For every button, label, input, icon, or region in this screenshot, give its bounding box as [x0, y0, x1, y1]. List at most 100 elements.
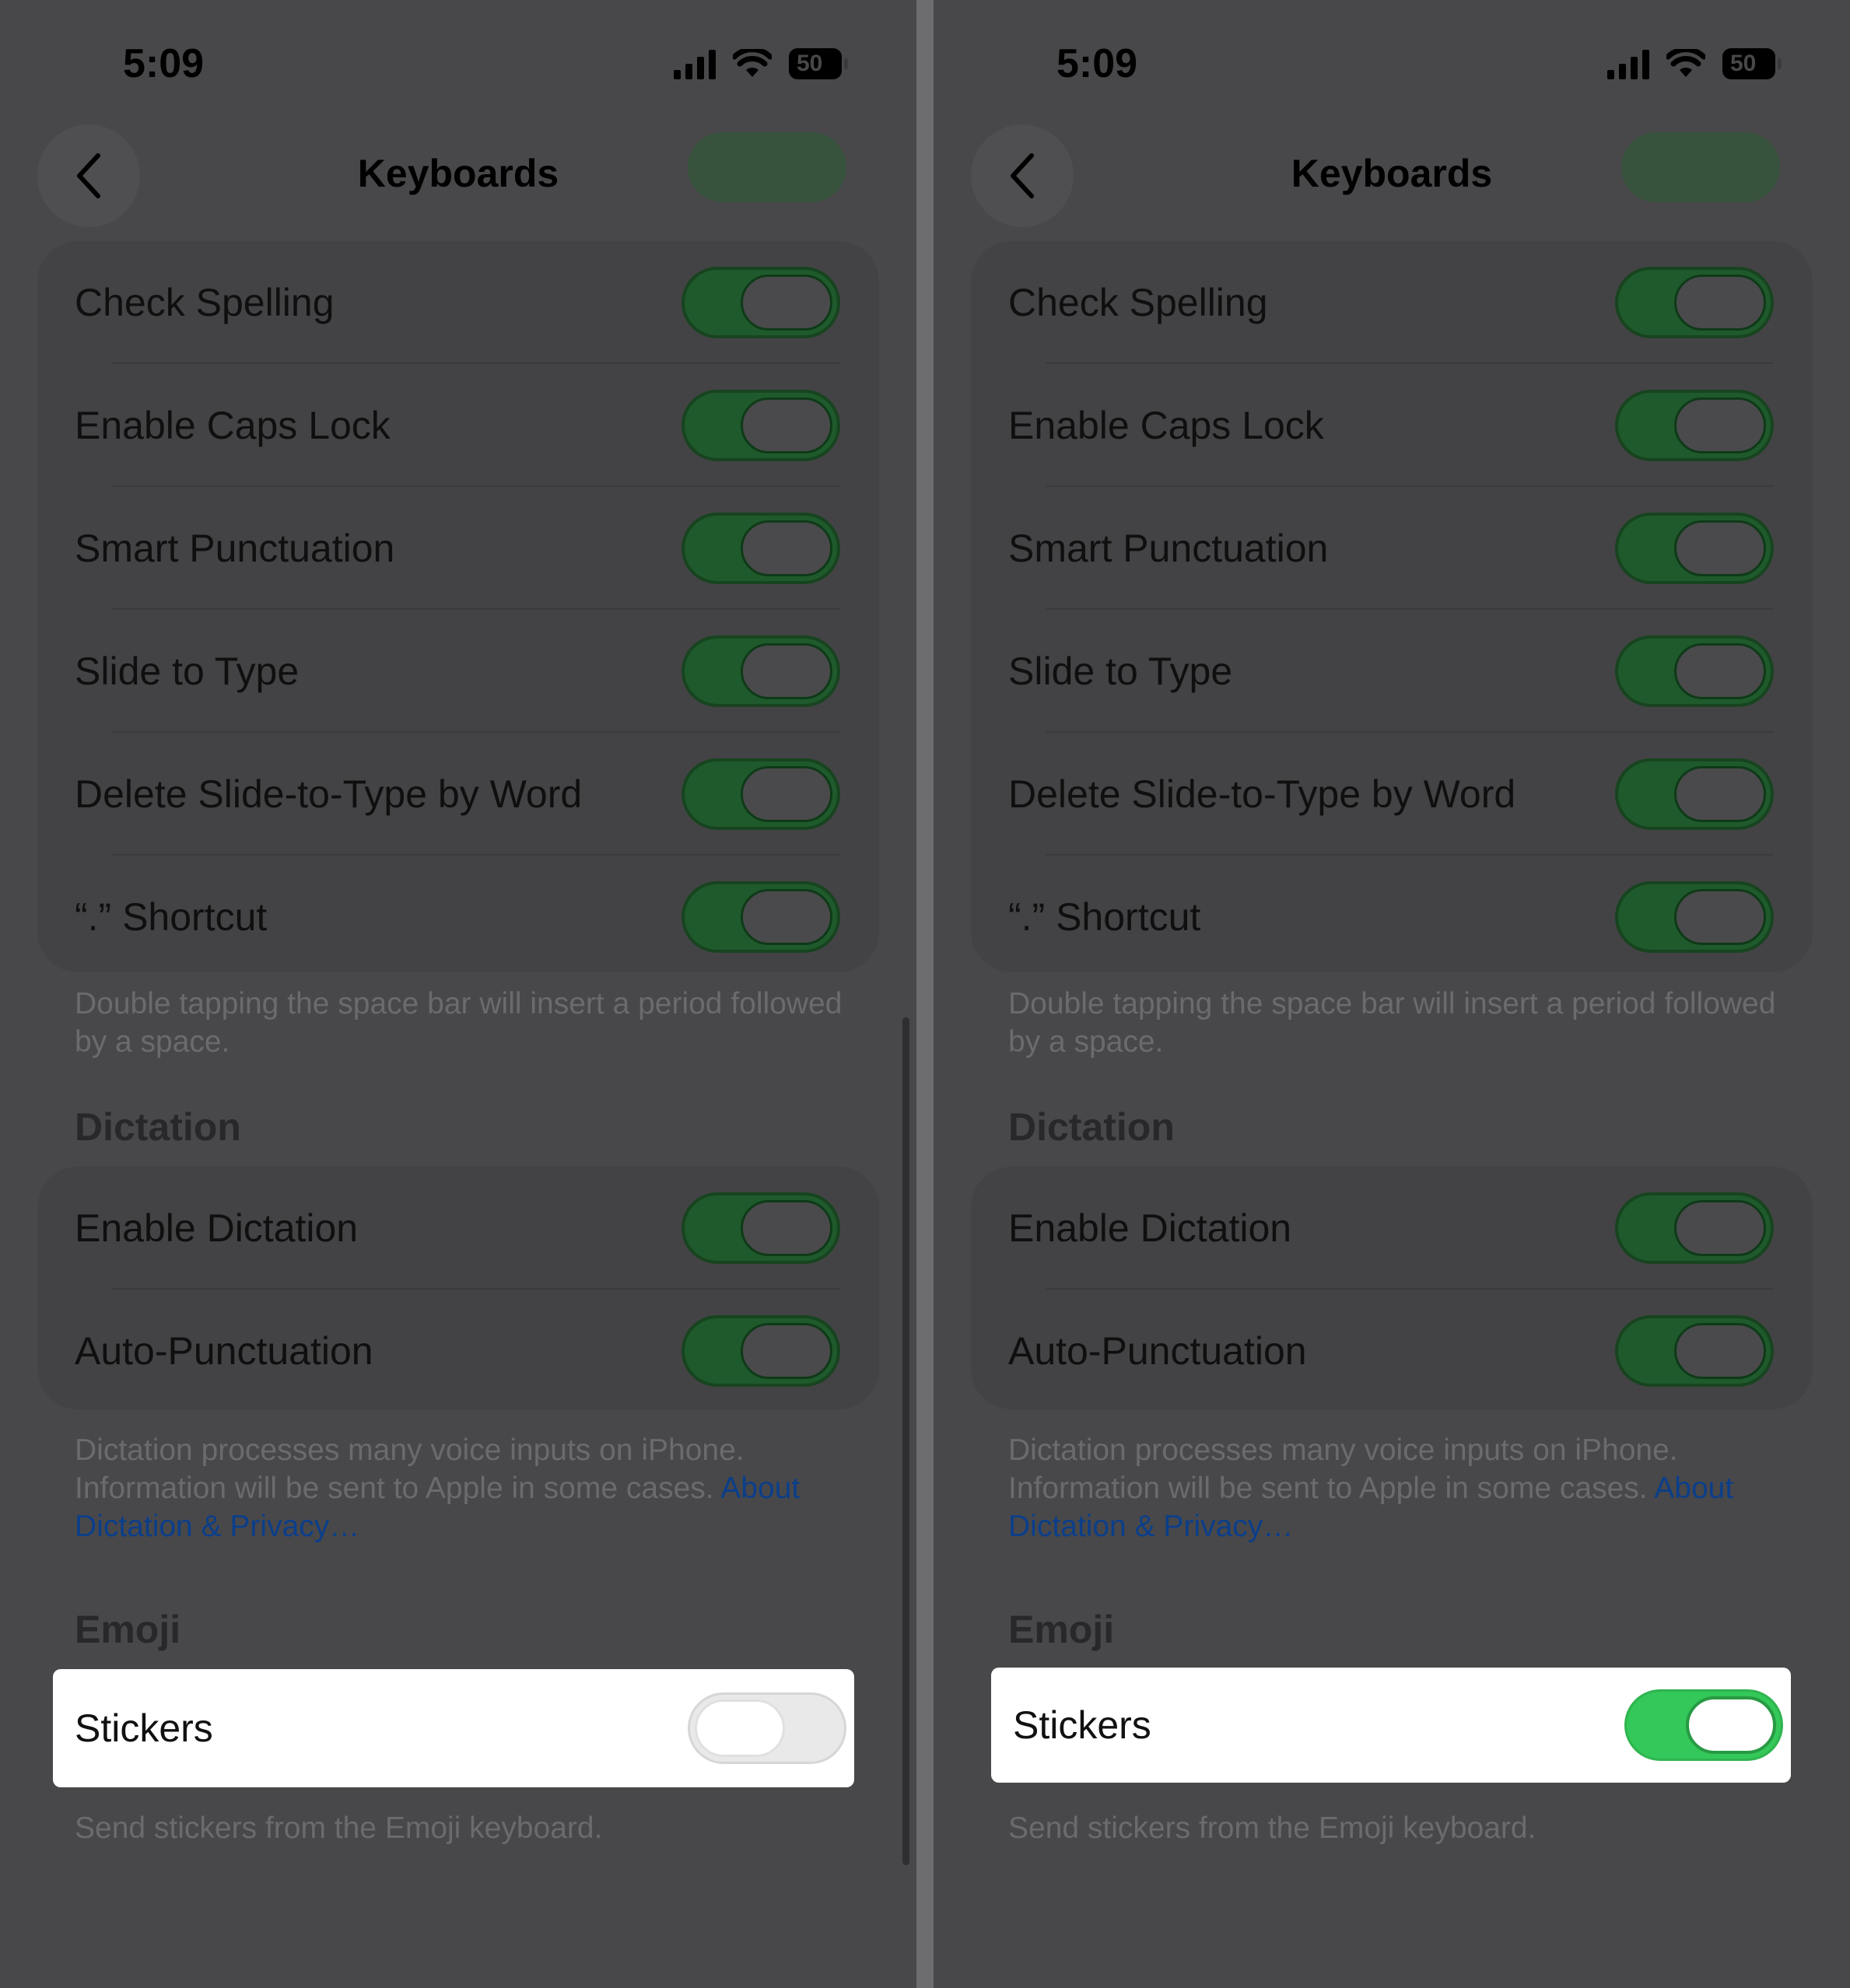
delete-slide-to-type-toggle[interactable] [1615, 758, 1774, 830]
stickers-row-highlighted: Stickers [53, 1669, 854, 1787]
row-label: “.” Shortcut [75, 895, 268, 939]
toggle-knob [1674, 643, 1766, 699]
cellular-signal-icon [674, 48, 716, 79]
row-label: Slide to Type [75, 649, 300, 693]
enable-dictation-toggle[interactable] [681, 1192, 840, 1264]
status-icons: 50 [1607, 48, 1782, 79]
toggle-knob [741, 520, 832, 576]
status-time: 5:09 [1056, 41, 1138, 86]
dictation-footer-text: Dictation processes many voice inputs on… [1008, 1433, 1678, 1505]
row-smart-punctuation: Smart Punctuation [1008, 487, 1813, 610]
check-spelling-toggle[interactable] [1615, 267, 1774, 338]
toggle-knob [1674, 1200, 1766, 1256]
dictation-footer: Dictation processes many voice inputs on… [75, 1431, 853, 1545]
dictation-card: Enable Dictation Auto-Punctuation [971, 1167, 1813, 1409]
status-icons: 50 [674, 48, 848, 79]
caps-lock-toggle[interactable] [681, 390, 840, 461]
row-label: Enable Caps Lock [75, 404, 391, 447]
enable-dictation-toggle[interactable] [1615, 1192, 1774, 1264]
wifi-icon [733, 49, 772, 77]
toggle-knob [741, 1323, 832, 1379]
stickers-toggle[interactable] [688, 1692, 846, 1764]
row-period-shortcut: “.” Shortcut [1008, 856, 1813, 978]
slide-to-type-toggle[interactable] [1615, 635, 1774, 707]
row-auto-punctuation: Auto-Punctuation [1008, 1290, 1813, 1412]
toggle-knob [741, 275, 832, 331]
delete-slide-to-type-toggle[interactable] [681, 758, 840, 830]
toggle-knob [1674, 889, 1766, 945]
check-spelling-toggle[interactable] [681, 267, 840, 338]
row-label: Auto-Punctuation [1008, 1329, 1307, 1373]
row-label: Smart Punctuation [1008, 527, 1329, 570]
row-smart-punctuation: Smart Punctuation [75, 487, 879, 610]
row-label: Slide to Type [1008, 649, 1233, 693]
row-slide-to-type: Slide to Type [75, 610, 879, 733]
row-period-shortcut: “.” Shortcut [75, 856, 879, 978]
toggle-knob [1674, 1323, 1766, 1379]
toggle-knob [1674, 520, 1766, 576]
toggle-knob [1686, 1696, 1776, 1754]
row-enable-dictation: Enable Dictation [75, 1167, 879, 1290]
row-label: Auto-Punctuation [75, 1329, 373, 1373]
toggle-knob [741, 643, 832, 699]
emoji-header: Emoji [1008, 1608, 1115, 1651]
keyboard-options-card: Check Spelling Enable Caps Lock Smart Pu… [971, 241, 1813, 972]
emoji-header: Emoji [75, 1608, 181, 1651]
toggle-knob [741, 397, 832, 453]
row-check-spelling: Check Spelling [75, 241, 879, 364]
row-auto-punctuation: Auto-Punctuation [75, 1290, 879, 1412]
row-delete-slide-to-type: Delete Slide-to-Type by Word [1008, 733, 1813, 856]
scrollbar[interactable] [902, 1017, 909, 1865]
smart-punctuation-toggle[interactable] [1615, 513, 1774, 584]
screen-after: 5:09 50 Keyboards Check Spelling Enable … [934, 0, 1850, 1988]
period-shortcut-toggle[interactable] [1615, 881, 1774, 953]
row-check-spelling: Check Spelling [1008, 241, 1813, 364]
auto-punctuation-toggle[interactable] [1615, 1315, 1774, 1387]
row-label: Enable Caps Lock [1008, 404, 1324, 447]
period-shortcut-toggle[interactable] [681, 881, 840, 953]
page-title: Keyboards [1291, 152, 1493, 195]
toggle-knob [741, 1200, 832, 1256]
toggle-knob [741, 766, 832, 822]
toggle-knob [695, 1699, 785, 1757]
row-caps-lock: Enable Caps Lock [75, 364, 879, 487]
toggle-knob [1674, 275, 1766, 331]
row-label: Enable Dictation [75, 1206, 359, 1250]
shortcut-footer: Double tapping the space bar will insert… [75, 987, 843, 1059]
stickers-label: Stickers [1013, 1703, 1151, 1747]
row-label: “.” Shortcut [1008, 895, 1201, 939]
row-enable-dictation: Enable Dictation [1008, 1167, 1813, 1290]
dictation-header: Dictation [1008, 1105, 1175, 1149]
row-label: Smart Punctuation [75, 527, 395, 570]
cellular-signal-icon [1607, 48, 1649, 79]
auto-punctuation-toggle[interactable] [681, 1315, 840, 1387]
dictation-footer-text: Dictation processes many voice inputs on… [75, 1433, 745, 1505]
battery-icon: 50 [789, 48, 848, 79]
stickers-row-highlighted: Stickers [991, 1668, 1791, 1783]
row-slide-to-type: Slide to Type [1008, 610, 1813, 733]
slide-to-type-toggle[interactable] [681, 635, 840, 707]
emoji-footer: Send stickers from the Emoji keyboard. [1008, 1811, 1536, 1845]
battery-icon: 50 [1722, 48, 1782, 79]
smart-punctuation-toggle[interactable] [681, 513, 840, 584]
dictation-header: Dictation [75, 1105, 241, 1149]
toggle-knob [1674, 766, 1766, 822]
dictation-footer: Dictation processes many voice inputs on… [1008, 1431, 1786, 1545]
toggle-knob [1674, 397, 1766, 453]
shortcut-footer: Double tapping the space bar will insert… [1008, 987, 1776, 1059]
keyboard-options-card: Check Spelling Enable Caps Lock Smart Pu… [37, 241, 879, 972]
status-time: 5:09 [123, 41, 205, 86]
row-label: Enable Dictation [1008, 1206, 1292, 1250]
dictation-card: Enable Dictation Auto-Punctuation [37, 1167, 879, 1409]
row-caps-lock: Enable Caps Lock [1008, 364, 1813, 487]
toggle-knob [741, 889, 832, 945]
row-delete-slide-to-type: Delete Slide-to-Type by Word [75, 733, 879, 856]
emoji-footer: Send stickers from the Emoji keyboard. [75, 1811, 603, 1845]
stickers-toggle[interactable] [1624, 1689, 1783, 1761]
row-label: Check Spelling [75, 281, 335, 324]
caps-lock-toggle[interactable] [1615, 390, 1774, 461]
screen-before: 5:09 50 Keyboards Check Spelling Enable … [0, 0, 916, 1988]
page-title: Keyboards [357, 152, 559, 195]
row-label: Delete Slide-to-Type by Word [75, 772, 583, 816]
row-label: Delete Slide-to-Type by Word [1008, 772, 1516, 816]
